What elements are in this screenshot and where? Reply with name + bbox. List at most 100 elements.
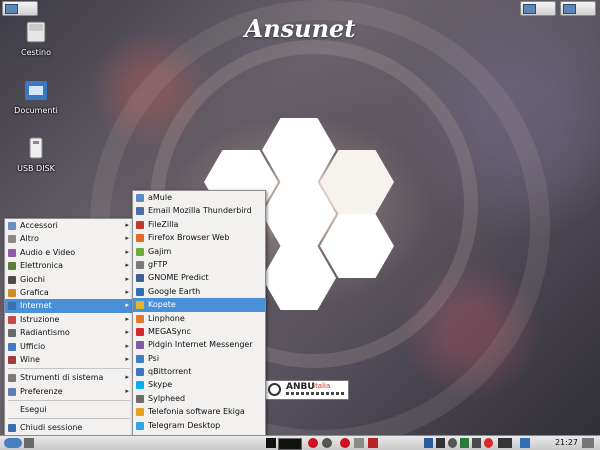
submenu-item-kopete[interactable]: Kopete xyxy=(133,298,265,312)
terminal-icon[interactable] xyxy=(24,438,34,448)
menu-item-radiantismo[interactable]: Radiantismo ▸ xyxy=(5,326,133,339)
menu-item-preferenze[interactable]: Preferenze ▸ xyxy=(5,385,133,398)
logo-name: ANBU xyxy=(286,382,315,392)
chevron-right-icon: ▸ xyxy=(125,261,129,270)
submenu-item-pidgin-internet-messenger[interactable]: Pidgin Internet Messenger xyxy=(133,338,265,351)
submenu-item-megasync[interactable]: MEGASync xyxy=(133,325,265,338)
linphone-icon xyxy=(136,314,144,323)
menu-item-label: Internet xyxy=(20,301,52,311)
menu-item-label: Sylpheed xyxy=(148,393,186,403)
menu-item-internet[interactable]: Internet ▸ xyxy=(5,299,133,313)
chevron-right-icon: ▸ xyxy=(125,373,129,382)
submenu-item-skype[interactable]: Skype xyxy=(133,378,265,391)
app-icon[interactable] xyxy=(340,438,350,448)
chevron-right-icon: ▸ xyxy=(125,247,129,256)
menu-item-label: qBittorrent xyxy=(148,367,192,377)
megasync-tray-icon[interactable] xyxy=(484,438,493,448)
menu-separator xyxy=(8,400,130,402)
trash-icon xyxy=(23,20,49,44)
submenu-item-gftp[interactable]: gFTP xyxy=(133,258,265,271)
menu-item-label: Email Mozilla Thunderbird xyxy=(148,206,252,216)
clock: 21:27 xyxy=(554,438,578,447)
menu-item-run[interactable]: Esegui xyxy=(5,403,133,416)
window-icon xyxy=(523,4,536,14)
submenu-item-email-mozilla-thunderbird[interactable]: Email Mozilla Thunderbird xyxy=(133,204,265,217)
main-menu: Accessori ▸ Altro ▸ Audio e Video ▸ Elettronic… xyxy=(4,218,134,438)
filezilla-icon xyxy=(136,220,144,229)
multimedia-icon xyxy=(8,248,16,257)
submenu-item-firefox-browser-web[interactable]: Firefox Browser Web xyxy=(133,231,265,244)
skype-icon xyxy=(136,381,144,390)
menu-item-label: Strumenti di sistema xyxy=(20,373,104,383)
desktop-icon-trash[interactable]: Cestino xyxy=(6,20,66,57)
submenu-item-google-earth[interactable]: Google Earth xyxy=(133,285,265,298)
workspace-button[interactable] xyxy=(560,1,596,16)
menu-item-logout[interactable]: Chiudi sessione xyxy=(5,421,133,434)
submenu-item-sylpheed[interactable]: Sylpheed xyxy=(133,392,265,405)
menu-item-wine[interactable]: Wine ▸ xyxy=(5,353,133,366)
system-tools-icon xyxy=(8,374,16,383)
app-icon[interactable] xyxy=(354,438,364,448)
battery-icon[interactable] xyxy=(520,438,530,448)
chevron-right-icon: ▸ xyxy=(125,328,129,337)
electronics-icon xyxy=(8,262,16,271)
media-icon[interactable] xyxy=(424,438,433,448)
app-icon[interactable] xyxy=(308,438,318,448)
menu-item-giochi[interactable]: Giochi ▸ xyxy=(5,273,133,286)
volume-icon[interactable] xyxy=(472,438,481,448)
submenu-item-psi[interactable]: Psi xyxy=(133,352,265,365)
logo-seal-icon xyxy=(268,383,281,396)
office-icon xyxy=(8,342,16,351)
menu-item-label: GNOME Predict xyxy=(148,273,209,283)
menu-item-label: aMule xyxy=(148,193,173,202)
updates-icon[interactable] xyxy=(460,438,469,448)
submenu-item-gnome-predict[interactable]: GNOME Predict xyxy=(133,271,265,284)
menu-item-istruzione[interactable]: Istruzione ▸ xyxy=(5,313,133,326)
app-icon[interactable] xyxy=(368,438,378,448)
app-icon[interactable] xyxy=(322,438,332,448)
menu-item-label: Istruzione xyxy=(20,314,60,324)
amule-icon xyxy=(136,194,144,202)
submenu-item-gajim[interactable]: Gajim xyxy=(133,245,265,258)
submenu-item-linphone[interactable]: Linphone xyxy=(133,312,265,325)
menu-item-accessori[interactable]: Accessori ▸ xyxy=(5,219,133,232)
start-menu-button[interactable] xyxy=(4,438,22,448)
submenu-item-filezilla[interactable]: FileZilla xyxy=(133,218,265,231)
keyboard-layout-icon[interactable] xyxy=(498,438,512,448)
radio-icon xyxy=(8,329,16,338)
menu-item-audio-e-video[interactable]: Audio e Video ▸ xyxy=(5,246,133,259)
workspace-button[interactable] xyxy=(520,1,556,16)
menu-item-elettronica[interactable]: Elettronica ▸ xyxy=(5,259,133,272)
window-button[interactable] xyxy=(278,438,302,450)
logo-tag: Italia xyxy=(313,382,331,390)
menu-item-altro[interactable]: Altro ▸ xyxy=(5,232,133,245)
brand-title: Ansunet xyxy=(244,14,356,43)
desktop-icon-usb[interactable]: USB DISK xyxy=(6,136,66,173)
folder-icon xyxy=(23,78,49,102)
qbittorrent-icon xyxy=(136,368,144,377)
menu-item-ufficio[interactable]: Ufficio ▸ xyxy=(5,340,133,353)
eject-icon[interactable] xyxy=(436,438,445,448)
preferences-icon xyxy=(8,387,16,396)
desktop-icon-documents[interactable]: Documenti xyxy=(6,78,66,115)
network-icon[interactable] xyxy=(448,438,457,448)
menu-item-label: gFTP xyxy=(148,259,168,269)
logout-tray-icon[interactable] xyxy=(582,438,594,448)
window-button[interactable] xyxy=(266,438,276,448)
chevron-right-icon: ▸ xyxy=(125,314,129,323)
submenu-item-telegram-desktop[interactable]: Telegram Desktop xyxy=(133,419,265,432)
menu-item-strumenti-di-sistema[interactable]: Strumenti di sistema ▸ xyxy=(5,371,133,384)
sylpheed-icon xyxy=(136,394,144,403)
window-icon xyxy=(5,4,18,14)
show-desktop-button[interactable] xyxy=(2,1,38,16)
internet-icon xyxy=(8,302,16,311)
firefox-icon xyxy=(136,234,144,243)
menu-item-label: MEGASync xyxy=(148,326,191,336)
menu-item-label: Telegram Desktop xyxy=(148,420,221,430)
submenu-item-telefonia-software-ekiga[interactable]: Telefonia software Ekiga xyxy=(133,405,265,418)
submenu-item-qbittorrent[interactable]: qBittorrent xyxy=(133,365,265,378)
games-icon xyxy=(8,275,16,284)
submenu-item-amule[interactable]: aMule xyxy=(133,191,265,204)
menu-item-grafica[interactable]: Grafica ▸ xyxy=(5,286,133,299)
education-icon xyxy=(8,315,16,324)
